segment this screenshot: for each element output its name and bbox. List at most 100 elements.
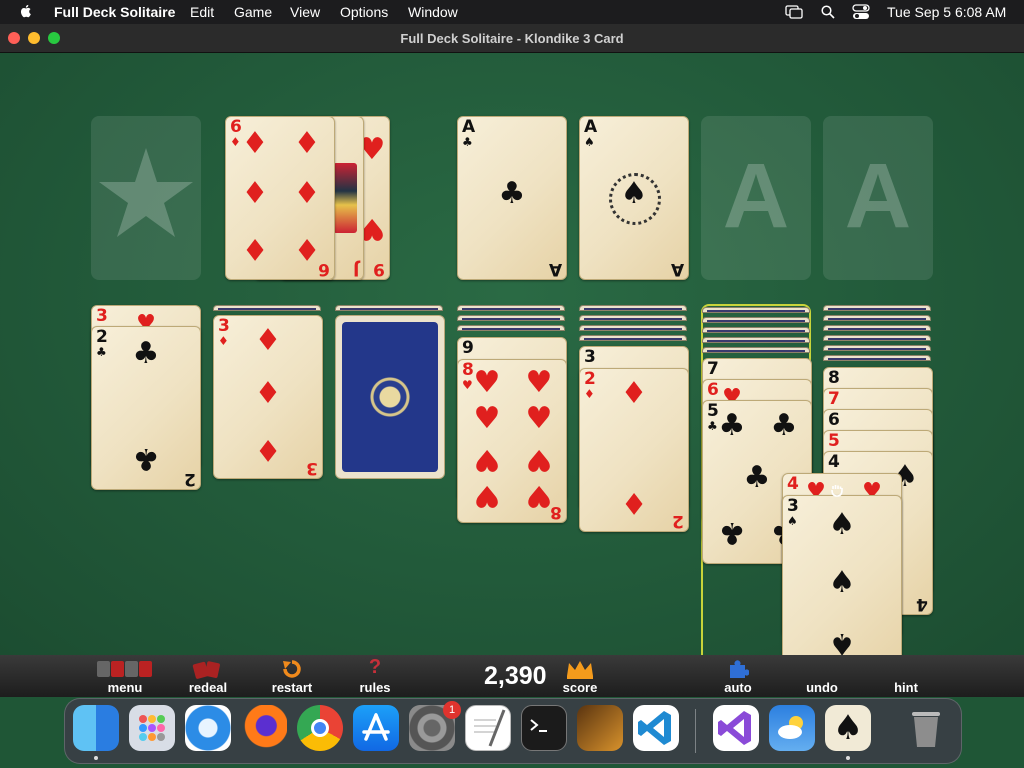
card-rank: 5 bbox=[828, 431, 840, 451]
diamond-pip: ♦ bbox=[254, 432, 282, 467]
card-rank: 3 bbox=[306, 458, 318, 478]
full-deck-solitaire-icon[interactable]: ♠ bbox=[825, 705, 871, 751]
card-rank: 2 bbox=[672, 511, 684, 531]
tableau-1-top-card[interactable]: 2 ♣ ♣ ♣ 2 bbox=[91, 326, 201, 490]
control-center-icon[interactable] bbox=[852, 4, 870, 20]
card-rank: 8 bbox=[550, 502, 562, 522]
weather-icon[interactable] bbox=[769, 705, 815, 751]
restart-icon bbox=[283, 660, 301, 678]
spade-pip: ♠ bbox=[828, 507, 856, 542]
face-down-card bbox=[823, 335, 931, 341]
restart-label: restart bbox=[271, 680, 313, 695]
game-table: 9 ♥ ♥ J 6 ♦ ♦ ♦ ♦ ♦ ♦ ♦ 6 A ♣ ♣ A A ♠ ♠ … bbox=[0, 53, 1024, 675]
rules-button[interactable]: ? rules bbox=[350, 655, 400, 697]
tableau-5-top-card[interactable]: 2 ♦ ♦ ♦ 2 bbox=[579, 368, 689, 532]
club-pip: ♣ bbox=[770, 408, 798, 443]
undo-button[interactable]: undo bbox=[796, 655, 848, 697]
foundation-clubs[interactable]: A ♣ ♣ A bbox=[457, 116, 567, 280]
redeal-icon bbox=[192, 661, 220, 679]
redeal-button[interactable]: redeal bbox=[180, 655, 236, 697]
question-mark-icon: ? bbox=[368, 656, 382, 678]
face-down-card bbox=[213, 305, 321, 311]
dock: 1 ♠ bbox=[64, 698, 962, 764]
diamond-pip: ♦ bbox=[620, 485, 648, 520]
textedit-icon[interactable] bbox=[465, 705, 511, 751]
visual-studio-icon[interactable] bbox=[713, 705, 759, 751]
window-titlebar: Full Deck Solitaire - Klondike 3 Card bbox=[0, 24, 1024, 53]
face-down-card bbox=[457, 325, 565, 331]
dock-separator bbox=[695, 709, 696, 753]
heart-pip: ♥ bbox=[473, 442, 501, 477]
face-down-card bbox=[702, 347, 810, 353]
card-rank: 2 bbox=[584, 369, 596, 389]
garageband-icon[interactable] bbox=[577, 705, 623, 751]
face-down-card bbox=[823, 345, 931, 351]
stock-pile-empty[interactable] bbox=[91, 116, 201, 280]
foundation-empty-3[interactable]: A bbox=[701, 116, 811, 280]
chrome-icon[interactable] bbox=[297, 705, 343, 751]
menu-edit[interactable]: Edit bbox=[190, 4, 214, 20]
spade-pip: ♠ bbox=[828, 565, 856, 600]
card-back-pattern bbox=[342, 322, 438, 472]
finder-icon[interactable] bbox=[73, 705, 119, 751]
screen-mirroring-icon[interactable] bbox=[785, 5, 803, 19]
restart-button[interactable]: restart bbox=[264, 655, 320, 697]
card-rank: 4 bbox=[787, 474, 799, 494]
card-rank: A bbox=[462, 117, 476, 137]
tableau-4-top-card[interactable]: 8 ♥ ♥ ♥ ♥ ♥ ♥ ♥ ♥ ♥ 8 bbox=[457, 359, 567, 523]
menu-button[interactable]: menu bbox=[92, 655, 158, 697]
face-down-card bbox=[702, 317, 810, 323]
foundation-empty-4[interactable]: A bbox=[823, 116, 933, 280]
dragged-card-3s[interactable]: 3 ♠ ♠ ♠ ♠ 3 bbox=[782, 495, 902, 675]
hint-button[interactable]: hint bbox=[880, 655, 932, 697]
suits-icon bbox=[97, 661, 152, 677]
app-store-icon[interactable] bbox=[353, 705, 399, 751]
face-down-card bbox=[702, 307, 810, 313]
score-label: score bbox=[562, 680, 598, 695]
spade-pip: ♠ bbox=[828, 626, 856, 661]
auto-button[interactable]: auto bbox=[712, 655, 764, 697]
menu-window[interactable]: Window bbox=[408, 4, 458, 20]
system-settings-icon[interactable]: 1 bbox=[409, 701, 461, 751]
firefox-icon[interactable] bbox=[241, 705, 287, 751]
menu-game[interactable]: Game bbox=[234, 4, 272, 20]
score-button[interactable]: score bbox=[554, 655, 606, 697]
tableau-2-top-card[interactable]: 3 ♦ ♦ ♦ ♦ 3 bbox=[213, 315, 323, 479]
card-rank: 7 bbox=[828, 389, 840, 409]
puzzle-icon bbox=[730, 660, 749, 678]
redeal-label: redeal bbox=[188, 680, 228, 695]
launchpad-icon[interactable] bbox=[129, 705, 175, 751]
foundation-spades[interactable]: A ♠ ♠ A bbox=[579, 116, 689, 280]
club-pip: ♣ bbox=[743, 460, 771, 495]
rules-label: rules bbox=[359, 680, 391, 695]
crown-icon bbox=[567, 661, 593, 679]
card-rank: 3 bbox=[787, 496, 799, 516]
club-pip: ♣ bbox=[718, 408, 746, 443]
vscode-icon[interactable] bbox=[633, 705, 679, 751]
diamond-pip: ♦ bbox=[293, 126, 321, 161]
face-down-card bbox=[579, 325, 687, 331]
card-rank: 8 bbox=[828, 368, 840, 388]
diamond-pip: ♦ bbox=[241, 231, 269, 266]
face-down-card bbox=[823, 325, 931, 331]
trash-icon[interactable] bbox=[903, 705, 949, 751]
apple-menu-icon[interactable] bbox=[18, 3, 34, 19]
spotlight-search-icon[interactable] bbox=[821, 5, 835, 19]
terminal-icon[interactable] bbox=[521, 705, 567, 751]
heart-pip: ♥ bbox=[473, 365, 501, 400]
face-card-art bbox=[333, 163, 357, 233]
pen-on-paper-icon bbox=[474, 709, 506, 747]
app-name-menu[interactable]: Full Deck Solitaire bbox=[54, 4, 175, 20]
visual-studio-glyph-icon bbox=[718, 711, 751, 745]
tableau-3-face-down-card[interactable] bbox=[335, 315, 445, 479]
face-down-card bbox=[823, 305, 931, 311]
menubar-clock[interactable]: Tue Sep 5 6:08 AM bbox=[887, 4, 1006, 20]
running-indicator bbox=[94, 756, 98, 760]
waste-card-top[interactable]: 6 ♦ ♦ ♦ ♦ ♦ ♦ ♦ 6 bbox=[225, 116, 335, 280]
menu-view[interactable]: View bbox=[290, 4, 320, 20]
spade-pip: ♠ bbox=[620, 176, 648, 211]
menu-options[interactable]: Options bbox=[340, 4, 388, 20]
heart-pip: ♥ bbox=[525, 442, 553, 477]
club-icon: ♣ bbox=[96, 345, 107, 359]
safari-icon[interactable] bbox=[185, 705, 231, 751]
